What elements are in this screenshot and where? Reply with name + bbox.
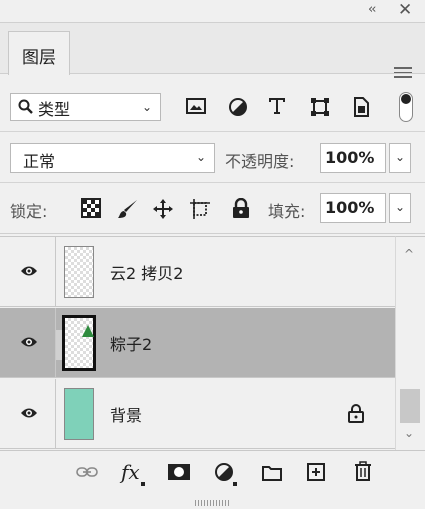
tab-bar: 图层 bbox=[0, 22, 425, 78]
resize-grip[interactable] bbox=[195, 500, 229, 506]
layer-lock-icon[interactable] bbox=[348, 404, 364, 423]
chevron-down-icon: ⌄ bbox=[395, 200, 406, 214]
filter-pixel-icon[interactable] bbox=[186, 97, 206, 115]
eye-icon[interactable] bbox=[20, 265, 38, 277]
opacity-label: 不透明度: bbox=[225, 152, 295, 171]
scroll-down-icon[interactable]: ⌄ bbox=[404, 426, 414, 440]
scroll-thumb[interactable] bbox=[400, 389, 420, 423]
filter-type-label: 类型 bbox=[38, 100, 71, 119]
link-icon[interactable] bbox=[76, 465, 98, 479]
folder-icon[interactable] bbox=[262, 465, 282, 481]
chevron-down-icon: ⌄ bbox=[395, 150, 406, 164]
layer-row-selected[interactable]: 粽子2 bbox=[0, 308, 395, 378]
chevron-down-icon: ⌄ bbox=[142, 100, 153, 114]
visibility-toggle[interactable] bbox=[0, 237, 56, 306]
layer-name[interactable]: 背景 bbox=[110, 402, 142, 426]
filter-row: 类型 ⌄ bbox=[0, 80, 425, 132]
new-layer-icon[interactable] bbox=[307, 463, 325, 481]
visibility-toggle[interactable] bbox=[0, 379, 56, 448]
filter-smart-object-icon[interactable] bbox=[352, 97, 370, 117]
panel-menu-icon[interactable] bbox=[394, 67, 412, 81]
eye-icon[interactable] bbox=[20, 407, 38, 419]
filter-toggle-knob bbox=[401, 94, 411, 104]
layer-thumbnail[interactable] bbox=[62, 315, 96, 371]
opacity-dropdown-button[interactable]: ⌄ bbox=[389, 143, 411, 173]
scroll-up-icon[interactable]: ^ bbox=[404, 247, 414, 261]
layer-thumbnail[interactable] bbox=[64, 388, 94, 440]
visibility-toggle[interactable] bbox=[0, 308, 56, 377]
layers-list: 云2 拷贝2 粽子2 背景 bbox=[0, 236, 395, 450]
chevron-down-icon: ⌄ bbox=[196, 150, 207, 164]
adjustment-dropdown-marker bbox=[233, 482, 237, 486]
blend-mode-label: 正常 bbox=[23, 152, 56, 171]
filter-toggle-switch[interactable] bbox=[399, 92, 413, 122]
collapse-icon[interactable]: ‹‹ bbox=[368, 2, 377, 17]
opacity-input[interactable]: 100% bbox=[320, 143, 386, 173]
fx-icon[interactable]: fx bbox=[121, 460, 140, 484]
layer-thumbnail[interactable] bbox=[64, 246, 94, 298]
add-mask-icon[interactable] bbox=[168, 464, 190, 480]
lock-transparent-pixels-icon[interactable] bbox=[81, 198, 101, 218]
layer-name[interactable]: 粽子2 bbox=[110, 331, 152, 355]
layer-row[interactable]: 云2 拷贝2 bbox=[0, 237, 395, 307]
tab-layers[interactable]: 图层 bbox=[8, 31, 70, 75]
leaf-thumbnail-image bbox=[82, 325, 94, 337]
blend-mode-select[interactable]: 正常 ⌄ bbox=[10, 143, 215, 173]
lock-row: 锁定: 填充: 100% ⌄ bbox=[0, 184, 425, 234]
lock-all-icon[interactable] bbox=[232, 198, 250, 219]
lock-label: 锁定: bbox=[10, 202, 48, 221]
filter-shape-icon[interactable] bbox=[310, 97, 330, 117]
lock-image-pixels-brush-icon[interactable] bbox=[117, 198, 139, 220]
filter-adjustment-icon[interactable] bbox=[228, 97, 248, 117]
blend-row: 正常 ⌄ 不透明度: 100% ⌄ bbox=[0, 133, 425, 183]
lock-position-move-icon[interactable] bbox=[152, 198, 174, 220]
filter-type-select[interactable]: 类型 ⌄ bbox=[10, 93, 161, 121]
fill-label: 填充: bbox=[268, 202, 306, 221]
close-icon[interactable]: ✕ bbox=[398, 0, 412, 20]
filter-type-icon[interactable] bbox=[268, 97, 286, 115]
eye-icon[interactable] bbox=[20, 336, 38, 348]
adjustment-layer-icon[interactable] bbox=[214, 462, 234, 482]
lock-artboard-icon[interactable] bbox=[189, 198, 211, 220]
trash-icon[interactable] bbox=[354, 461, 372, 481]
search-icon bbox=[18, 99, 33, 114]
fx-dropdown-marker bbox=[141, 482, 145, 486]
layer-row[interactable]: 背景 bbox=[0, 379, 395, 449]
layers-scrollbar[interactable]: ^ ⌄ bbox=[395, 236, 425, 450]
fill-input[interactable]: 100% bbox=[320, 193, 386, 223]
layers-bottom-toolbar: fx bbox=[0, 450, 425, 509]
layer-name[interactable]: 云2 拷贝2 bbox=[110, 260, 183, 284]
fill-dropdown-button[interactable]: ⌄ bbox=[389, 193, 411, 223]
panel-titlebar: ‹‹ ✕ bbox=[0, 0, 425, 22]
